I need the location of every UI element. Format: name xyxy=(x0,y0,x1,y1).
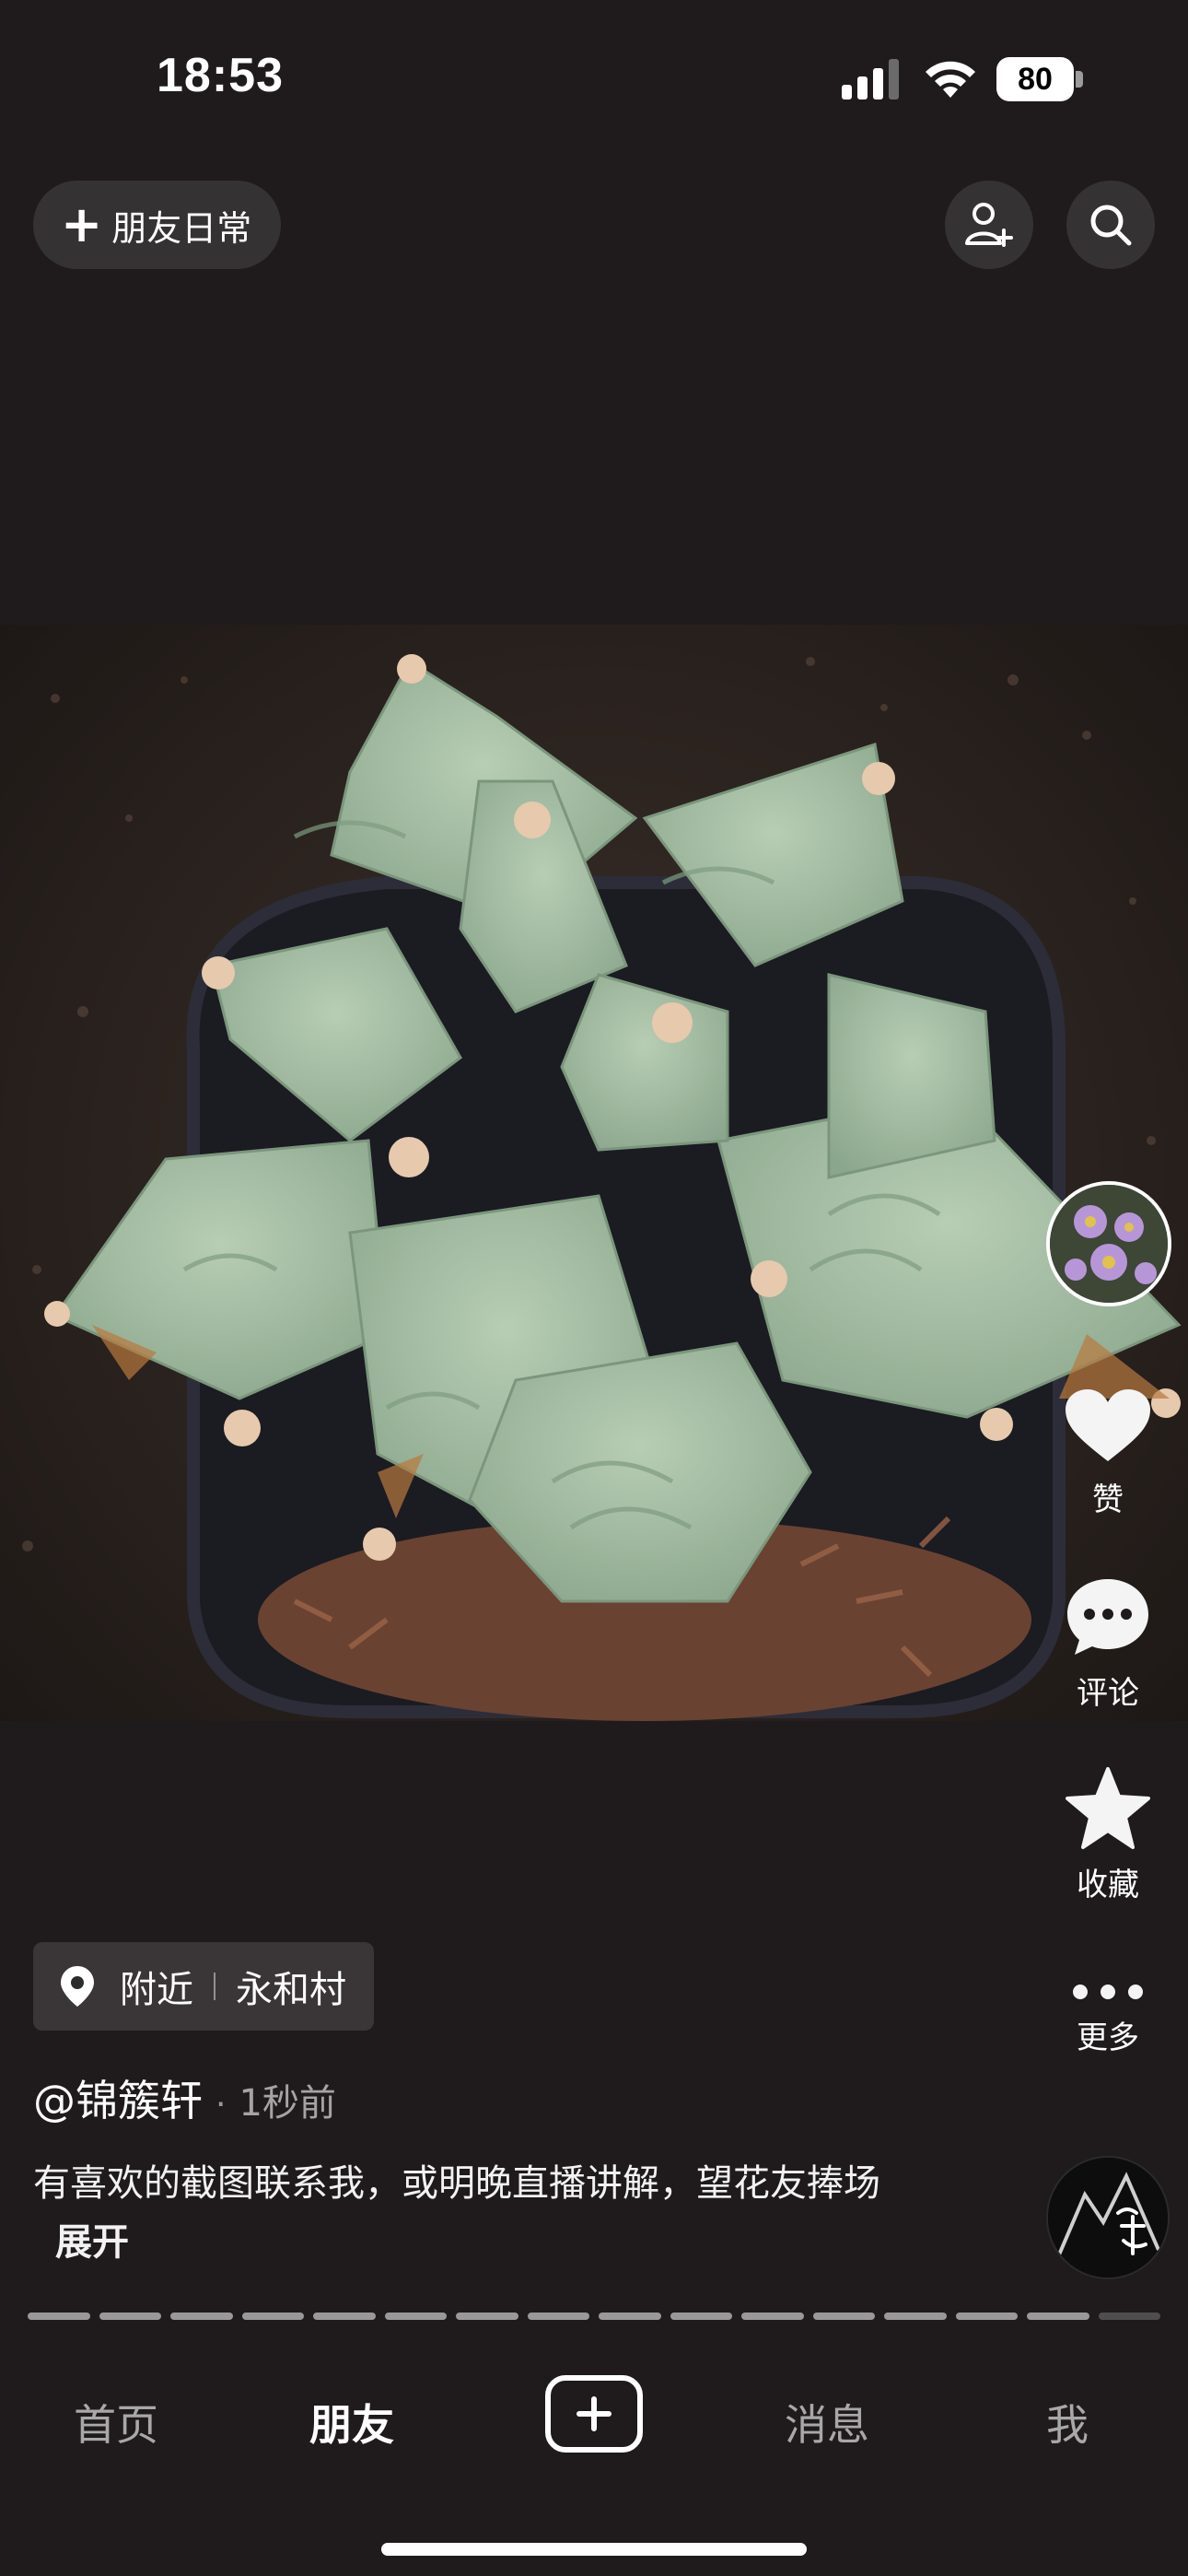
progress-segment xyxy=(884,2313,947,2320)
progress-segment xyxy=(955,2313,1018,2320)
wifi-icon xyxy=(926,61,975,98)
more-label: 更多 xyxy=(1077,2020,1139,2056)
add-friend-button[interactable] xyxy=(945,181,1033,269)
progress-segment xyxy=(670,2313,732,2320)
progress-segment xyxy=(741,2313,804,2320)
logo-image xyxy=(1048,2158,1168,2277)
progress-segment xyxy=(1027,2313,1089,2320)
cellular-signal-icon xyxy=(842,59,899,100)
separator-dot: · xyxy=(215,2086,227,2124)
expand-link[interactable]: 展开 xyxy=(55,2221,129,2264)
progress-segment xyxy=(313,2313,376,2320)
star-icon xyxy=(1066,1767,1150,1849)
battery-level: 80 xyxy=(1018,62,1053,97)
location-pin-icon xyxy=(61,1966,94,2007)
progress-segment xyxy=(1098,2313,1160,2320)
post-time: 1秒前 xyxy=(239,2082,336,2125)
create-button[interactable] xyxy=(545,2375,643,2453)
add-person-icon xyxy=(965,203,1013,247)
music-avatar[interactable] xyxy=(1046,1181,1171,1306)
plus-icon xyxy=(577,2396,611,2431)
comment-icon xyxy=(1067,1579,1148,1655)
battery-icon: 80 xyxy=(996,57,1085,101)
comment-label: 评论 xyxy=(1077,1675,1139,1712)
favorite-label: 收藏 xyxy=(1077,1867,1139,1903)
author-name[interactable]: @锦簇轩 xyxy=(33,2067,203,2128)
progress-segment xyxy=(99,2313,161,2320)
nav-messages[interactable]: 消息 xyxy=(785,2392,869,2453)
post-photo[interactable] xyxy=(0,625,1188,1721)
nav-home[interactable]: 首页 xyxy=(74,2392,158,2453)
friends-daily-label: 朋友日常 xyxy=(111,207,252,249)
progress-segment xyxy=(384,2313,447,2320)
progress-segment xyxy=(527,2313,589,2320)
more-button[interactable]: 更多 xyxy=(1048,1981,1168,2057)
progress-segment xyxy=(599,2313,661,2320)
progress-segment xyxy=(456,2313,518,2320)
story-progress xyxy=(28,2313,1160,2320)
succulent-image xyxy=(22,654,1182,1721)
bottom-nav: 首页 朋友 消息 我 xyxy=(0,2340,1188,2497)
caption-text: 有喜欢的截图联系我，或明晚直播讲解，望花友捧场 xyxy=(33,2162,880,2205)
flower-image xyxy=(1050,1185,1168,1303)
nav-friends[interactable]: 朋友 xyxy=(309,2392,394,2453)
favorite-button[interactable]: 收藏 xyxy=(1048,1767,1168,1904)
progress-segment xyxy=(241,2313,304,2320)
author-avatar[interactable] xyxy=(1046,2156,1170,2279)
location-name: 永和村 xyxy=(236,1969,346,2011)
search-button[interactable] xyxy=(1066,181,1155,269)
like-label: 赞 xyxy=(1092,1481,1124,1518)
author-line: @锦簇轩 · 1秒前 xyxy=(33,2067,336,2128)
friends-daily-button[interactable]: + 朋友日常 xyxy=(33,181,282,269)
location-tag[interactable]: 附近 永和村 xyxy=(33,1942,374,2031)
home-indicator xyxy=(381,2543,807,2556)
progress-segment xyxy=(812,2313,875,2320)
plus-icon: + xyxy=(61,195,103,253)
like-button[interactable]: 赞 xyxy=(1048,1388,1168,1519)
status-time: 18:53 xyxy=(157,49,284,102)
heart-icon xyxy=(1066,1389,1150,1461)
progress-segment xyxy=(170,2313,233,2320)
ellipsis-icon xyxy=(1073,1985,1143,1999)
post-caption: 有喜欢的截图联系我，或明晚直播讲解，望花友捧场展开 xyxy=(33,2154,936,2272)
location-prefix: 附近 xyxy=(120,1969,193,2011)
location-divider xyxy=(214,1973,215,2000)
comment-button[interactable]: 评论 xyxy=(1048,1575,1168,1713)
nav-me[interactable]: 我 xyxy=(1046,2392,1089,2453)
search-icon xyxy=(1090,205,1132,246)
progress-segment xyxy=(28,2313,90,2320)
